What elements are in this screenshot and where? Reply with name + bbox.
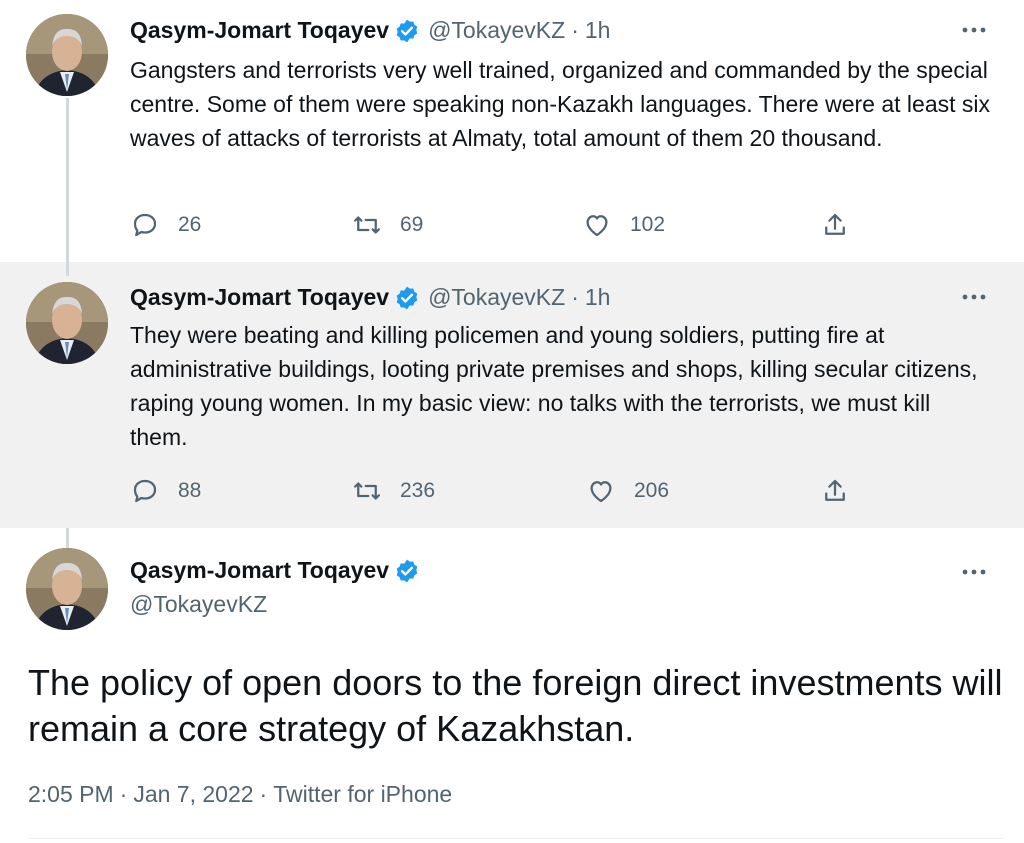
tweet-1[interactable]: Qasym-Jomart Toqayev @TokayevKZ · 1h Gan…	[0, 0, 1024, 262]
avatar[interactable]	[26, 548, 108, 630]
share-button[interactable]	[820, 476, 850, 506]
retweet-button[interactable]: 236	[352, 476, 435, 506]
share-icon	[825, 213, 845, 235]
like-button[interactable]: 206	[586, 476, 669, 506]
separator: ·	[571, 17, 579, 43]
post-date[interactable]: Jan 7, 2022	[133, 781, 253, 808]
tweet-text: Gangsters and terrorists very well train…	[130, 57, 990, 151]
reply-icon	[133, 479, 157, 503]
reply-count: 26	[178, 213, 202, 236]
separator: ·	[571, 284, 579, 310]
post-time[interactable]: 2:05 PM	[28, 781, 114, 808]
tweet-metadata: 2:05 PM · Jan 7, 2022 · Twitter for iPho…	[28, 781, 452, 808]
avatar[interactable]	[26, 282, 108, 364]
post-source[interactable]: Twitter for iPhone	[273, 781, 452, 808]
retweet-icon	[354, 216, 380, 234]
reply-button[interactable]: 26	[130, 210, 201, 240]
main-tweet-text: The policy of open doors to the foreign …	[28, 662, 1003, 749]
handle[interactable]: @TokayevKZ	[130, 591, 267, 618]
retweet-icon	[354, 482, 380, 500]
display-name[interactable]: Qasym-Jomart Toqayev	[130, 17, 389, 44]
divider	[28, 838, 1004, 839]
more-icon[interactable]	[960, 562, 988, 582]
retweet-count: 69	[400, 213, 424, 236]
reply-button[interactable]: 88	[130, 476, 201, 506]
handle[interactable]: @TokayevKZ	[428, 17, 565, 44]
share-icon	[825, 479, 845, 501]
like-button[interactable]: 102	[582, 210, 665, 240]
timestamp[interactable]: 1h	[585, 284, 611, 311]
tweet-text: They were beating and killing policemen …	[130, 322, 978, 450]
retweet-button[interactable]: 69	[352, 210, 423, 240]
like-icon	[590, 481, 612, 503]
display-name[interactable]: Qasym-Jomart Toqayev	[130, 557, 389, 584]
share-button[interactable]	[820, 210, 850, 240]
verified-badge-icon	[396, 19, 418, 42]
separator: ·	[259, 781, 268, 807]
like-icon	[586, 215, 608, 237]
handle[interactable]: @TokayevKZ	[428, 284, 565, 311]
reply-icon	[133, 213, 157, 237]
thread-line-top	[66, 262, 69, 276]
display-name[interactable]: Qasym-Jomart Toqayev	[130, 284, 389, 311]
more-icon[interactable]	[960, 287, 988, 307]
verified-badge-icon	[396, 286, 418, 309]
like-count: 102	[630, 213, 666, 236]
verified-badge-icon	[396, 559, 418, 582]
like-count: 206	[634, 479, 670, 502]
timestamp[interactable]: 1h	[585, 17, 611, 44]
more-icon[interactable]	[960, 20, 988, 40]
tweet-2[interactable]: Qasym-Jomart Toqayev @TokayevKZ · 1h The…	[0, 262, 1024, 528]
reply-count: 88	[178, 479, 202, 502]
retweet-count: 236	[400, 479, 436, 502]
avatar[interactable]	[26, 14, 108, 96]
separator: ·	[119, 781, 128, 807]
